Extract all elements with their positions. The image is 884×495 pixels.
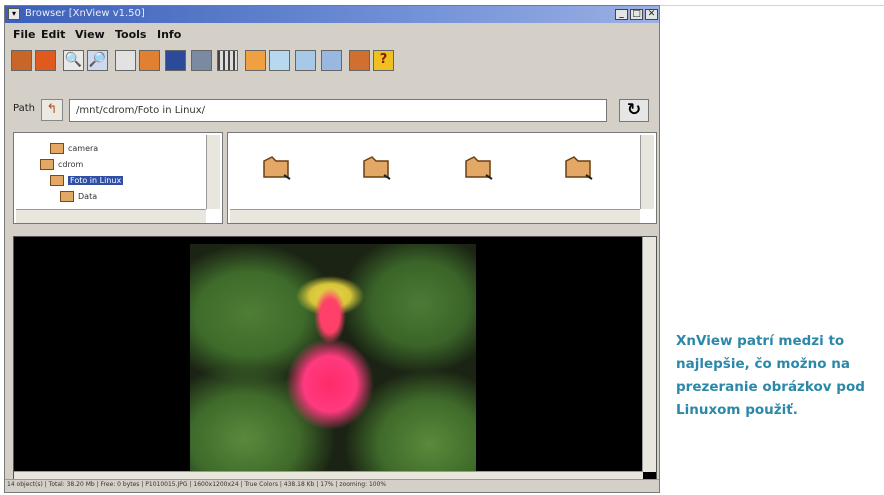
zoom-in-icon[interactable]: 🔍 — [63, 50, 84, 71]
close-button[interactable]: ✕ — [645, 9, 658, 20]
maximize-button[interactable]: □ — [630, 9, 643, 20]
folder-icon — [50, 175, 64, 186]
slideshow-icon[interactable] — [115, 50, 136, 71]
xnview-window: ▾ Browser [XnView v1.50] _ □ ✕ File Edit… — [4, 5, 660, 493]
minimize-button[interactable]: _ — [615, 9, 628, 20]
image-icon[interactable] — [35, 50, 56, 71]
folder-up-icon[interactable]: ↰ — [41, 99, 63, 121]
status-text: 14 object(s) | Total: 38.20 Mb | Free: 0… — [7, 481, 387, 488]
folder-icon — [60, 191, 74, 202]
grid-icon[interactable] — [217, 50, 238, 71]
window-title: Browser [XnView v1.50] — [25, 8, 145, 19]
title-bar[interactable]: ▾ Browser [XnView v1.50] _ □ ✕ — [5, 6, 659, 23]
figure-caption: XnView patrí medzi to najlepšie, čo možn… — [676, 333, 865, 418]
capture-icon[interactable] — [139, 50, 160, 71]
folder-icon[interactable] — [362, 155, 392, 181]
status-bar: 14 object(s) | Total: 38.20 Mb | Free: 0… — [5, 479, 659, 492]
monitor-icon[interactable] — [165, 50, 186, 71]
tree-horizontal-scrollbar[interactable] — [16, 209, 206, 223]
menu-file[interactable]: File — [13, 28, 36, 41]
menu-edit[interactable]: Edit — [41, 28, 65, 41]
viewer-vertical-scrollbar[interactable] — [642, 237, 656, 472]
files-horizontal-scrollbar[interactable] — [230, 209, 640, 223]
thumbnail-icon[interactable] — [245, 50, 266, 71]
path-bar: Path ↰ /mnt/cdrom/Foto in Linux/ ↻ — [5, 96, 659, 124]
menu-tools[interactable]: Tools — [115, 28, 146, 41]
folder-icon[interactable] — [564, 155, 594, 181]
help-icon[interactable]: ? — [373, 50, 394, 71]
page-frame-line — [660, 5, 884, 6]
toolbar: 🔍 🔎 ? — [5, 46, 659, 76]
file-list — [227, 132, 657, 224]
tree-vertical-scrollbar[interactable] — [206, 135, 220, 209]
folder-icon — [40, 159, 54, 170]
view2-icon[interactable] — [295, 50, 316, 71]
folder-icon[interactable] — [262, 155, 292, 181]
settings-icon[interactable] — [349, 50, 370, 71]
folder-icon — [50, 143, 64, 154]
folder-tree: camera cdrom Foto in Linux Data — [13, 132, 223, 224]
flower-photo — [190, 244, 476, 488]
menu-bar: File Edit View Tools Info — [5, 24, 659, 45]
menu-view[interactable]: View — [75, 28, 105, 41]
view3-icon[interactable] — [321, 50, 342, 71]
tree-node-foto-in-linux[interactable]: Foto in Linux — [50, 175, 124, 186]
print-icon[interactable] — [191, 50, 212, 71]
path-label: Path — [13, 103, 35, 114]
tree-node-cdrom[interactable]: cdrom — [40, 159, 83, 170]
system-menu-icon[interactable]: ▾ — [8, 8, 20, 20]
tree-node-camera[interactable]: camera — [50, 143, 98, 154]
zoom-out-icon[interactable]: 🔎 — [87, 50, 108, 71]
tree-node-data[interactable]: Data — [60, 191, 97, 202]
menu-info[interactable]: Info — [157, 28, 181, 41]
files-vertical-scrollbar[interactable] — [640, 135, 654, 209]
image-viewer — [13, 236, 657, 488]
folder-icon[interactable] — [464, 155, 494, 181]
refresh-button[interactable]: ↻ — [619, 99, 649, 122]
window-icon[interactable] — [11, 50, 32, 71]
path-input[interactable]: /mnt/cdrom/Foto in Linux/ — [69, 99, 607, 122]
view1-icon[interactable] — [269, 50, 290, 71]
